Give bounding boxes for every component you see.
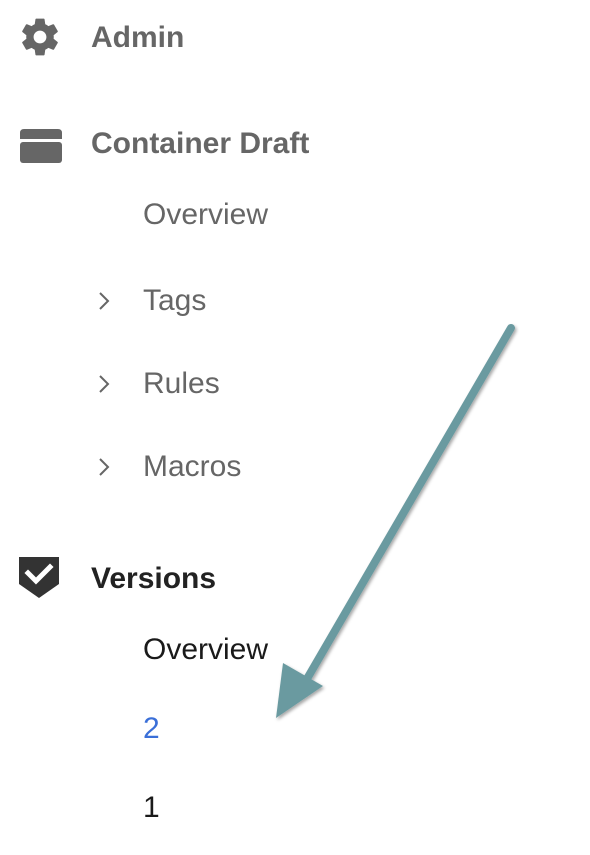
folder-icon	[20, 129, 62, 163]
container-draft-label: Container Draft	[91, 127, 310, 160]
nav-item-label: Rules	[143, 367, 220, 400]
nav-item-label: Overview	[143, 633, 269, 666]
macros-item[interactable]: Macros	[0, 442, 400, 492]
chevron-right-icon	[99, 458, 110, 476]
versions-section-header[interactable]: Versions	[0, 554, 400, 602]
nav-item-label: Overview	[143, 198, 269, 231]
versions-overview-item[interactable]: Overview	[0, 625, 400, 675]
nav-item-label: 2	[143, 712, 160, 745]
nav-item-label: 1	[143, 791, 160, 824]
sidebar-nav: Admin Container Draft Overview Tags Rule…	[0, 0, 590, 855]
container-draft-section-header[interactable]: Container Draft	[0, 122, 400, 168]
admin-label: Admin	[91, 21, 185, 54]
version-2-item[interactable]: 2	[0, 704, 400, 754]
admin-section-header[interactable]: Admin	[0, 14, 400, 60]
nav-item-label: Macros	[143, 450, 242, 483]
gear-icon	[22, 18, 58, 56]
versions-label: Versions	[91, 562, 217, 595]
tags-item[interactable]: Tags	[0, 276, 400, 326]
nav-item-label: Tags	[143, 284, 207, 317]
chevron-right-icon	[99, 375, 110, 393]
shield-check-icon	[19, 557, 59, 598]
version-1-item[interactable]: 1	[0, 783, 400, 833]
rules-item[interactable]: Rules	[0, 359, 400, 409]
chevron-right-icon	[99, 292, 110, 310]
container-draft-overview-item[interactable]: Overview	[0, 190, 400, 240]
